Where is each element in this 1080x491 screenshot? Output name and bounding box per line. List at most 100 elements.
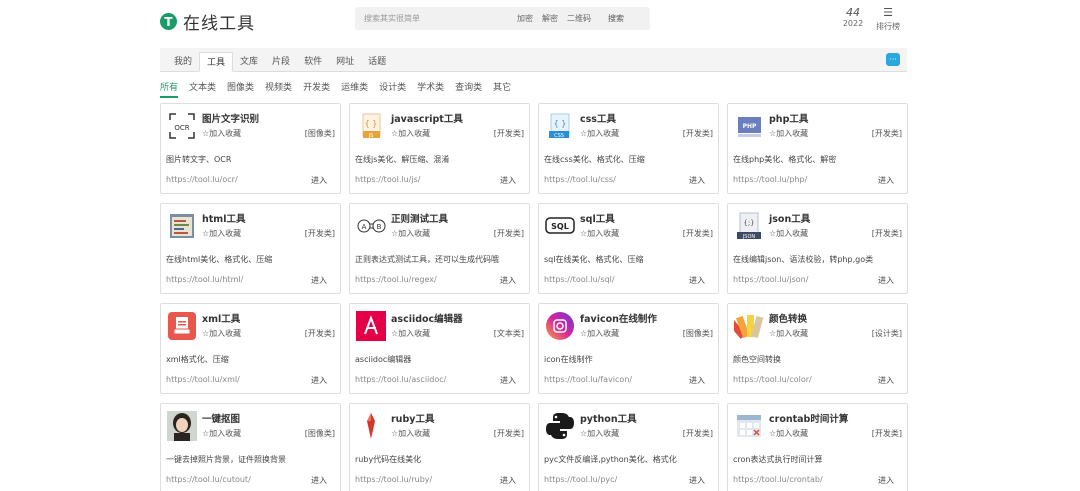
add-favorite-button[interactable]: ☆加入收藏 <box>391 428 430 439</box>
quick-link-decrypt[interactable]: 解密 <box>542 13 558 24</box>
subtab-6[interactable]: 设计类 <box>379 78 406 98</box>
add-favorite-button[interactable]: ☆加入收藏 <box>202 428 241 439</box>
tool-card[interactable]: {;} JSON json工具 ☆加入收藏 [开发类] 在线编辑json、语法校验… <box>727 203 908 294</box>
enter-button[interactable]: 进入 <box>311 175 327 186</box>
enter-button[interactable]: 进入 <box>500 275 516 286</box>
tool-name[interactable]: php工具 <box>769 111 808 125</box>
subtab-8[interactable]: 查询类 <box>455 78 482 98</box>
tool-card[interactable]: html工具 ☆加入收藏 [开发类] 在线html美化、格式化、压缩 https… <box>160 203 341 294</box>
tool-url[interactable]: https://tool.lu/php/ <box>733 175 807 184</box>
tool-url[interactable]: https://tool.lu/js/ <box>355 175 420 184</box>
add-favorite-button[interactable]: ☆加入收藏 <box>769 328 808 339</box>
add-favorite-button[interactable]: ☆加入收藏 <box>580 128 619 139</box>
tool-card[interactable]: ruby工具 ☆加入收藏 [开发类] ruby代码在线美化 https://to… <box>349 403 530 491</box>
add-favorite-button[interactable]: ☆加入收藏 <box>769 228 808 239</box>
tool-url[interactable]: https://tool.lu/css/ <box>544 175 616 184</box>
tool-url[interactable]: https://tool.lu/regex/ <box>355 275 437 284</box>
add-favorite-button[interactable]: ☆加入收藏 <box>769 428 808 439</box>
tool-url[interactable]: https://tool.lu/pyc/ <box>544 475 617 484</box>
subtab-1[interactable]: 文本类 <box>189 78 216 98</box>
enter-button[interactable]: 进入 <box>689 275 705 286</box>
quick-link-encrypt[interactable]: 加密 <box>517 13 533 24</box>
tool-card[interactable]: { } JS javascript工具 ☆加入收藏 [开发类] 在线js美化、解压… <box>349 103 530 194</box>
tool-card[interactable]: python工具 ☆加入收藏 [开发类] pyc文件反编译,python美化、格… <box>538 403 719 491</box>
add-favorite-button[interactable]: ☆加入收藏 <box>580 228 619 239</box>
add-favorite-button[interactable]: ☆加入收藏 <box>202 128 241 139</box>
tool-name[interactable]: favicon在线制作 <box>580 311 657 325</box>
add-favorite-button[interactable]: ☆加入收藏 <box>391 228 430 239</box>
tool-card[interactable]: xml工具 ☆加入收藏 [开发类] xml格式化、压缩 https://tool… <box>160 303 341 394</box>
subtab-4[interactable]: 开发类 <box>303 78 330 98</box>
enter-button[interactable]: 进入 <box>878 475 894 486</box>
tool-url[interactable]: https://tool.lu/xml/ <box>166 375 240 384</box>
tool-card[interactable]: crontab时间计算 ☆加入收藏 [开发类] cron表达式执行时间计算 ht… <box>727 403 908 491</box>
quick-link-qrcode[interactable]: 二维码 <box>567 13 591 24</box>
tool-name[interactable]: 颜色转换 <box>769 311 807 325</box>
tool-url[interactable]: https://tool.lu/ocr/ <box>166 175 238 184</box>
chat-icon[interactable]: ··· <box>886 53 900 66</box>
subtab-9[interactable]: 其它 <box>493 78 511 98</box>
tool-card[interactable]: OCR 图片文字识别 ☆加入收藏 [图像类] 图片转文字、OCR https:/… <box>160 103 341 194</box>
tool-card[interactable]: AB 正则测试工具 ☆加入收藏 [开发类] 正则表达式测试工具，还可以生成代码哦… <box>349 203 530 294</box>
tool-name[interactable]: javascript工具 <box>391 111 463 125</box>
tool-card[interactable]: { } CSS css工具 ☆加入收藏 [开发类] 在线css美化、格式化、压缩 … <box>538 103 719 194</box>
tool-name[interactable]: css工具 <box>580 111 616 125</box>
tool-name[interactable]: json工具 <box>769 211 810 225</box>
search-input[interactable] <box>355 8 505 29</box>
search-button[interactable]: 搜索 <box>608 13 624 24</box>
tool-name[interactable]: ruby工具 <box>391 411 434 425</box>
enter-button[interactable]: 进入 <box>689 175 705 186</box>
enter-button[interactable]: 进入 <box>878 375 894 386</box>
tool-card[interactable]: favicon在线制作 ☆加入收藏 [图像类] icon在线制作 https:/… <box>538 303 719 394</box>
tool-url[interactable]: https://tool.lu/asciidoc/ <box>355 375 446 384</box>
tool-name[interactable]: 正则测试工具 <box>391 211 448 225</box>
subtab-3[interactable]: 视频类 <box>265 78 292 98</box>
tool-url[interactable]: https://tool.lu/ruby/ <box>355 475 432 484</box>
subtab-0[interactable]: 所有 <box>160 78 179 98</box>
enter-button[interactable]: 进入 <box>500 375 516 386</box>
ranking-link[interactable]: ☰ 排行榜 <box>873 7 903 32</box>
enter-button[interactable]: 进入 <box>311 375 327 386</box>
add-favorite-button[interactable]: ☆加入收藏 <box>580 328 619 339</box>
add-favorite-button[interactable]: ☆加入收藏 <box>391 128 430 139</box>
tool-name[interactable]: html工具 <box>202 211 245 225</box>
tab-0[interactable]: 我的 <box>167 52 199 72</box>
tool-card[interactable]: 颜色转换 ☆加入收藏 [设计类] 颜色空间转换 https://tool.lu/… <box>727 303 908 394</box>
add-favorite-button[interactable]: ☆加入收藏 <box>580 428 619 439</box>
add-favorite-button[interactable]: ☆加入收藏 <box>202 328 241 339</box>
subtab-5[interactable]: 运维类 <box>341 78 368 98</box>
tab-6[interactable]: 话题 <box>361 52 393 72</box>
tool-name[interactable]: xml工具 <box>202 311 240 325</box>
tool-name[interactable]: python工具 <box>580 411 637 425</box>
add-favorite-button[interactable]: ☆加入收藏 <box>202 228 241 239</box>
enter-button[interactable]: 进入 <box>878 275 894 286</box>
enter-button[interactable]: 进入 <box>311 275 327 286</box>
tool-url[interactable]: https://tool.lu/color/ <box>733 375 812 384</box>
subtab-2[interactable]: 图像类 <box>227 78 254 98</box>
tool-url[interactable]: https://tool.lu/sql/ <box>544 275 615 284</box>
tab-3[interactable]: 片段 <box>265 52 297 72</box>
tool-card[interactable]: asciidoc编辑器 ☆加入收藏 [文本类] asciidoc编辑器 http… <box>349 303 530 394</box>
tool-name[interactable]: crontab时间计算 <box>769 411 848 425</box>
tool-card[interactable]: PHP php工具 ☆加入收藏 [开发类] 在线php美化、格式化、解密 htt… <box>727 103 908 194</box>
tool-name[interactable]: asciidoc编辑器 <box>391 311 463 325</box>
tool-url[interactable]: https://tool.lu/favicon/ <box>544 375 632 384</box>
add-favorite-button[interactable]: ☆加入收藏 <box>769 128 808 139</box>
tool-name[interactable]: 一键抠图 <box>202 411 240 425</box>
tab-4[interactable]: 软件 <box>297 52 329 72</box>
enter-button[interactable]: 进入 <box>311 475 327 486</box>
tool-name[interactable]: sql工具 <box>580 211 615 225</box>
tool-card[interactable]: SQL sql工具 ☆加入收藏 [开发类] sql在线美化、格式化、压缩 htt… <box>538 203 719 294</box>
enter-button[interactable]: 进入 <box>500 475 516 486</box>
enter-button[interactable]: 进入 <box>689 375 705 386</box>
tab-2[interactable]: 文库 <box>233 52 265 72</box>
logo[interactable]: T 在线工具 <box>160 9 255 34</box>
tool-url[interactable]: https://tool.lu/crontab/ <box>733 475 823 484</box>
enter-button[interactable]: 进入 <box>500 175 516 186</box>
tool-url[interactable]: https://tool.lu/cutout/ <box>166 475 251 484</box>
add-favorite-button[interactable]: ☆加入收藏 <box>391 328 430 339</box>
tab-5[interactable]: 网址 <box>329 52 361 72</box>
tool-name[interactable]: 图片文字识别 <box>202 111 259 125</box>
tab-1[interactable]: 工具 <box>199 52 234 72</box>
enter-button[interactable]: 进入 <box>878 175 894 186</box>
